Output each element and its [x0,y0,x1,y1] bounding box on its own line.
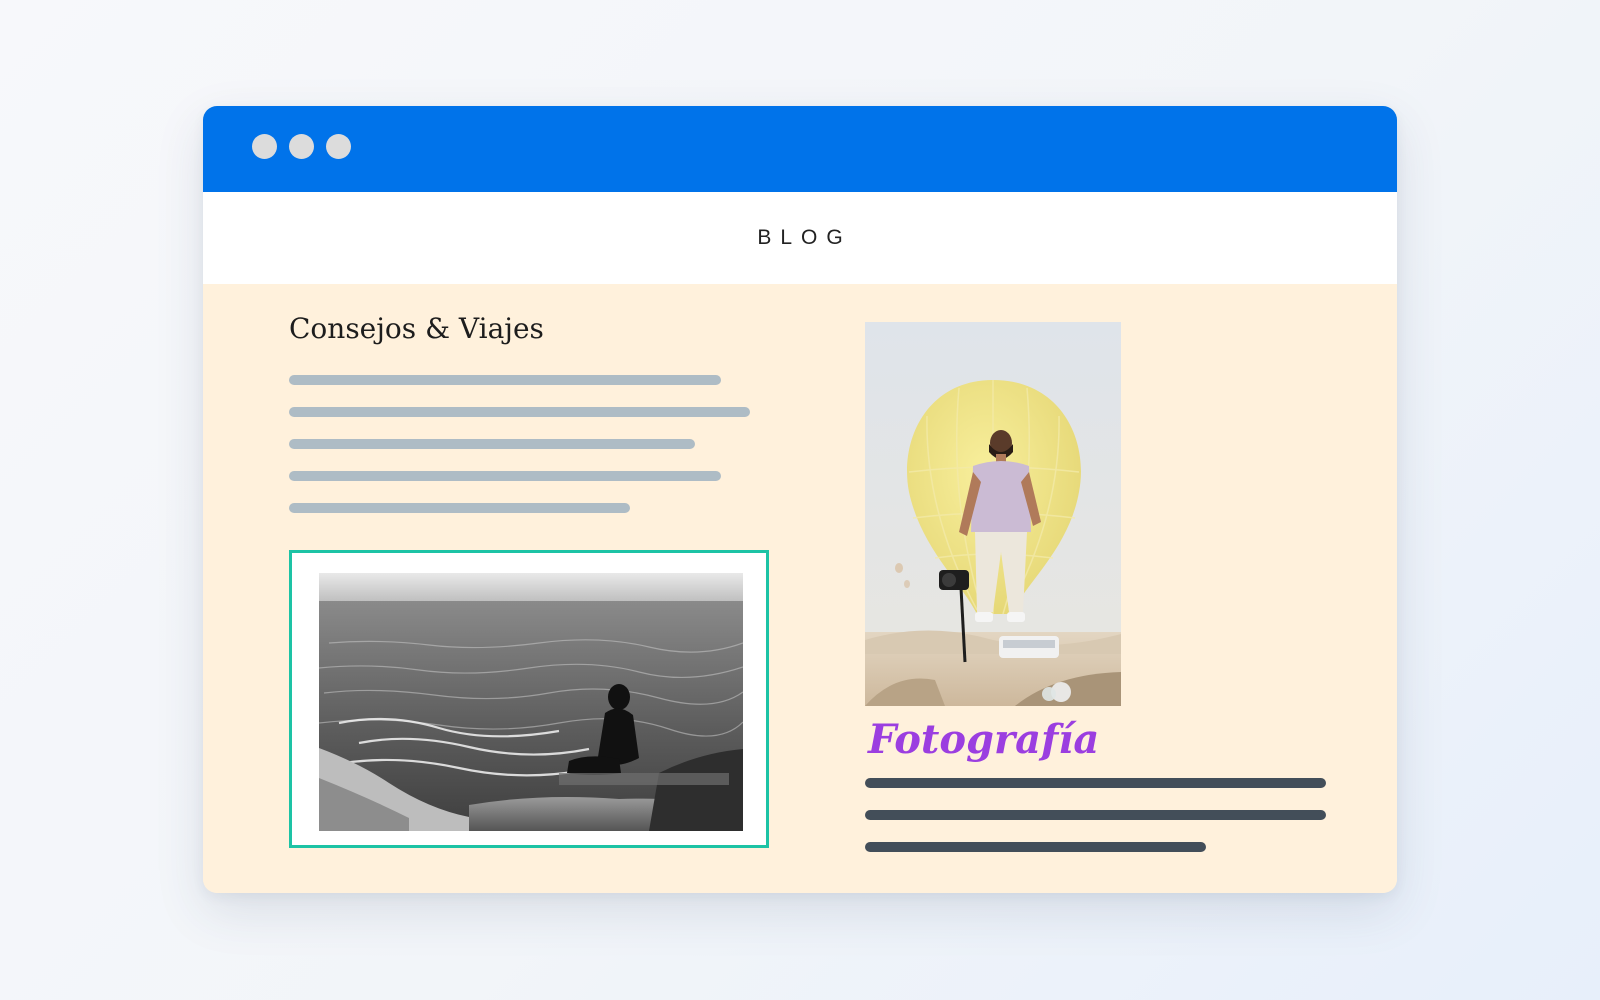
window-titlebar [203,106,1397,192]
sea-image-icon [319,573,743,831]
text-placeholder-line [865,810,1326,820]
text-placeholder-line [865,778,1326,788]
text-placeholder-line [289,439,695,449]
text-placeholder-line [865,842,1206,852]
text-placeholder-line [289,407,750,417]
browser-window: BLOG Consejos & Viajes Fotografía [203,106,1397,893]
blog-navbar: BLOG [203,192,1397,284]
window-dot-icon[interactable] [326,134,351,159]
window-dot-icon[interactable] [289,134,314,159]
text-placeholder-line [289,375,721,385]
text-placeholder-line [289,503,630,513]
blog-content: Consejos & Viajes Fotografía [203,284,1397,893]
post-title-travel[interactable]: Consejos & Viajes [289,312,544,345]
window-dot-icon[interactable] [252,134,277,159]
balloon-photo[interactable] [865,322,1121,706]
sea-photo-frame[interactable] [289,550,769,848]
balloon-image-icon [865,322,1121,706]
text-placeholder-line [289,471,721,481]
blog-title[interactable]: BLOG [757,226,851,250]
post-title-photography[interactable]: Fotografía [868,716,1099,763]
sea-photo[interactable] [319,573,743,831]
